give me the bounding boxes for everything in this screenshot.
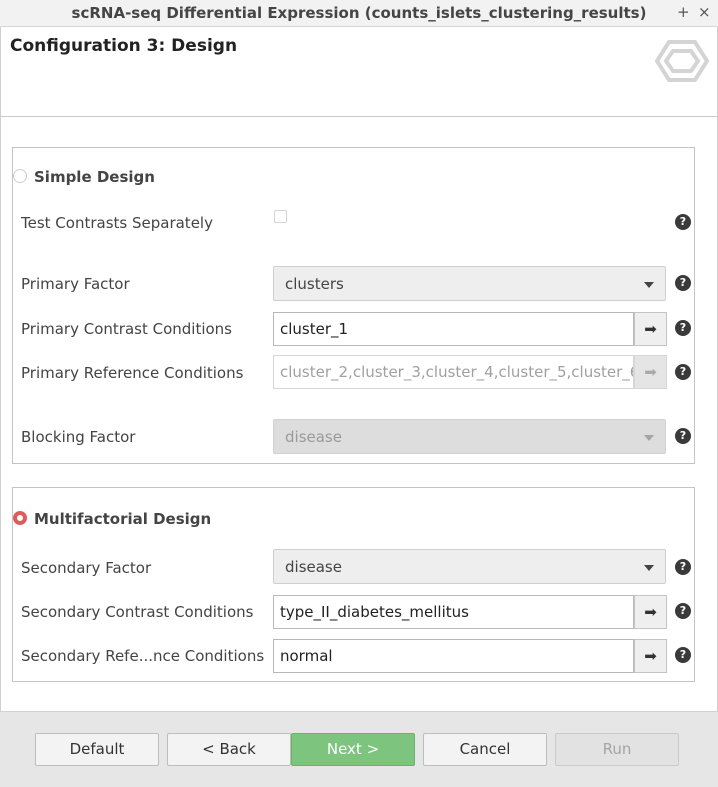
help-icon[interactable]: ? [675,275,691,291]
default-button[interactable]: Default [35,733,159,766]
page-header: Configuration 3: Design [0,27,718,117]
primary-reference-label: Primary Reference Conditions [21,364,244,382]
primary-contrast-input[interactable]: cluster_1 [273,312,634,346]
pin-icon[interactable]: + [677,3,690,21]
page-title: Configuration 3: Design [10,36,238,56]
arrow-right-icon: ➡ [644,647,657,665]
blocking-factor-value: disease [285,428,342,446]
arrow-right-icon: ➡ [644,603,657,621]
primary-reference-input[interactable]: cluster_2,cluster_3,cluster_4,cluster_5,… [273,355,634,389]
primary-factor-label: Primary Factor [21,275,130,293]
secondary-contrast-input[interactable]: type_II_diabetes_mellitus [273,595,634,629]
primary-reference-value: cluster_2,cluster_3,cluster_4,cluster_5,… [280,363,634,381]
primary-contrast-label: Primary Contrast Conditions [21,320,232,338]
secondary-reference-input[interactable]: normal [273,639,634,673]
arrow-right-icon: ➡ [644,363,657,381]
help-icon[interactable]: ? [675,647,691,663]
secondary-factor-label: Secondary Factor [21,559,152,577]
hexagon-logo-icon [655,40,709,82]
primary-factor-value: clusters [285,275,344,293]
test-contrasts-checkbox[interactable] [274,210,287,223]
caret-down-icon [644,282,654,288]
run-button[interactable]: Run [555,733,679,766]
secondary-factor-value: disease [285,558,342,576]
simple-design-title: Simple Design [34,168,155,186]
secondary-reference-value: normal [280,647,333,665]
window-title: scRNA-seq Differential Expression (count… [71,4,647,22]
secondary-contrast-arrow-button[interactable]: ➡ [634,595,667,629]
help-icon[interactable]: ? [675,603,691,619]
blocking-factor-label: Blocking Factor [21,428,136,446]
close-icon[interactable]: × [698,3,711,21]
help-icon[interactable]: ? [675,364,691,380]
cancel-button[interactable]: Cancel [423,733,547,766]
multifactorial-design-radio[interactable] [13,511,27,525]
help-icon[interactable]: ? [675,320,691,336]
primary-contrast-arrow-button[interactable]: ➡ [634,312,667,346]
help-icon[interactable]: ? [675,428,691,444]
primary-reference-arrow-button[interactable]: ➡ [634,355,667,389]
wizard-body: Simple Design Test Contrasts Separately … [0,117,718,711]
back-button[interactable]: < Back [167,733,291,766]
primary-factor-select[interactable]: clusters [273,266,666,301]
wizard-footer: Default < Back Next > Cancel Run [0,711,718,787]
multifactorial-design-title: Multifactorial Design [34,510,212,528]
secondary-factor-select[interactable]: disease [273,549,666,584]
blocking-factor-select[interactable]: disease [273,419,666,454]
secondary-reference-arrow-button[interactable]: ➡ [634,639,667,673]
help-icon[interactable]: ? [675,214,691,230]
simple-design-radio[interactable] [13,169,27,183]
secondary-contrast-value: type_II_diabetes_mellitus [280,603,469,621]
window-titlebar: scRNA-seq Differential Expression (count… [0,0,718,27]
secondary-reference-label: Secondary Refe...nce Conditions [21,647,265,665]
test-contrasts-label: Test Contrasts Separately [21,214,213,232]
caret-down-icon [644,435,654,441]
primary-contrast-value: cluster_1 [280,320,349,338]
arrow-right-icon: ➡ [644,320,657,338]
simple-design-group: Simple Design Test Contrasts Separately … [12,147,695,464]
next-button[interactable]: Next > [291,733,415,766]
multifactorial-design-group: Multifactorial Design Secondary Factor d… [12,487,695,682]
help-icon[interactable]: ? [675,559,691,575]
caret-down-icon [644,565,654,571]
secondary-contrast-label: Secondary Contrast Conditions [21,603,254,621]
